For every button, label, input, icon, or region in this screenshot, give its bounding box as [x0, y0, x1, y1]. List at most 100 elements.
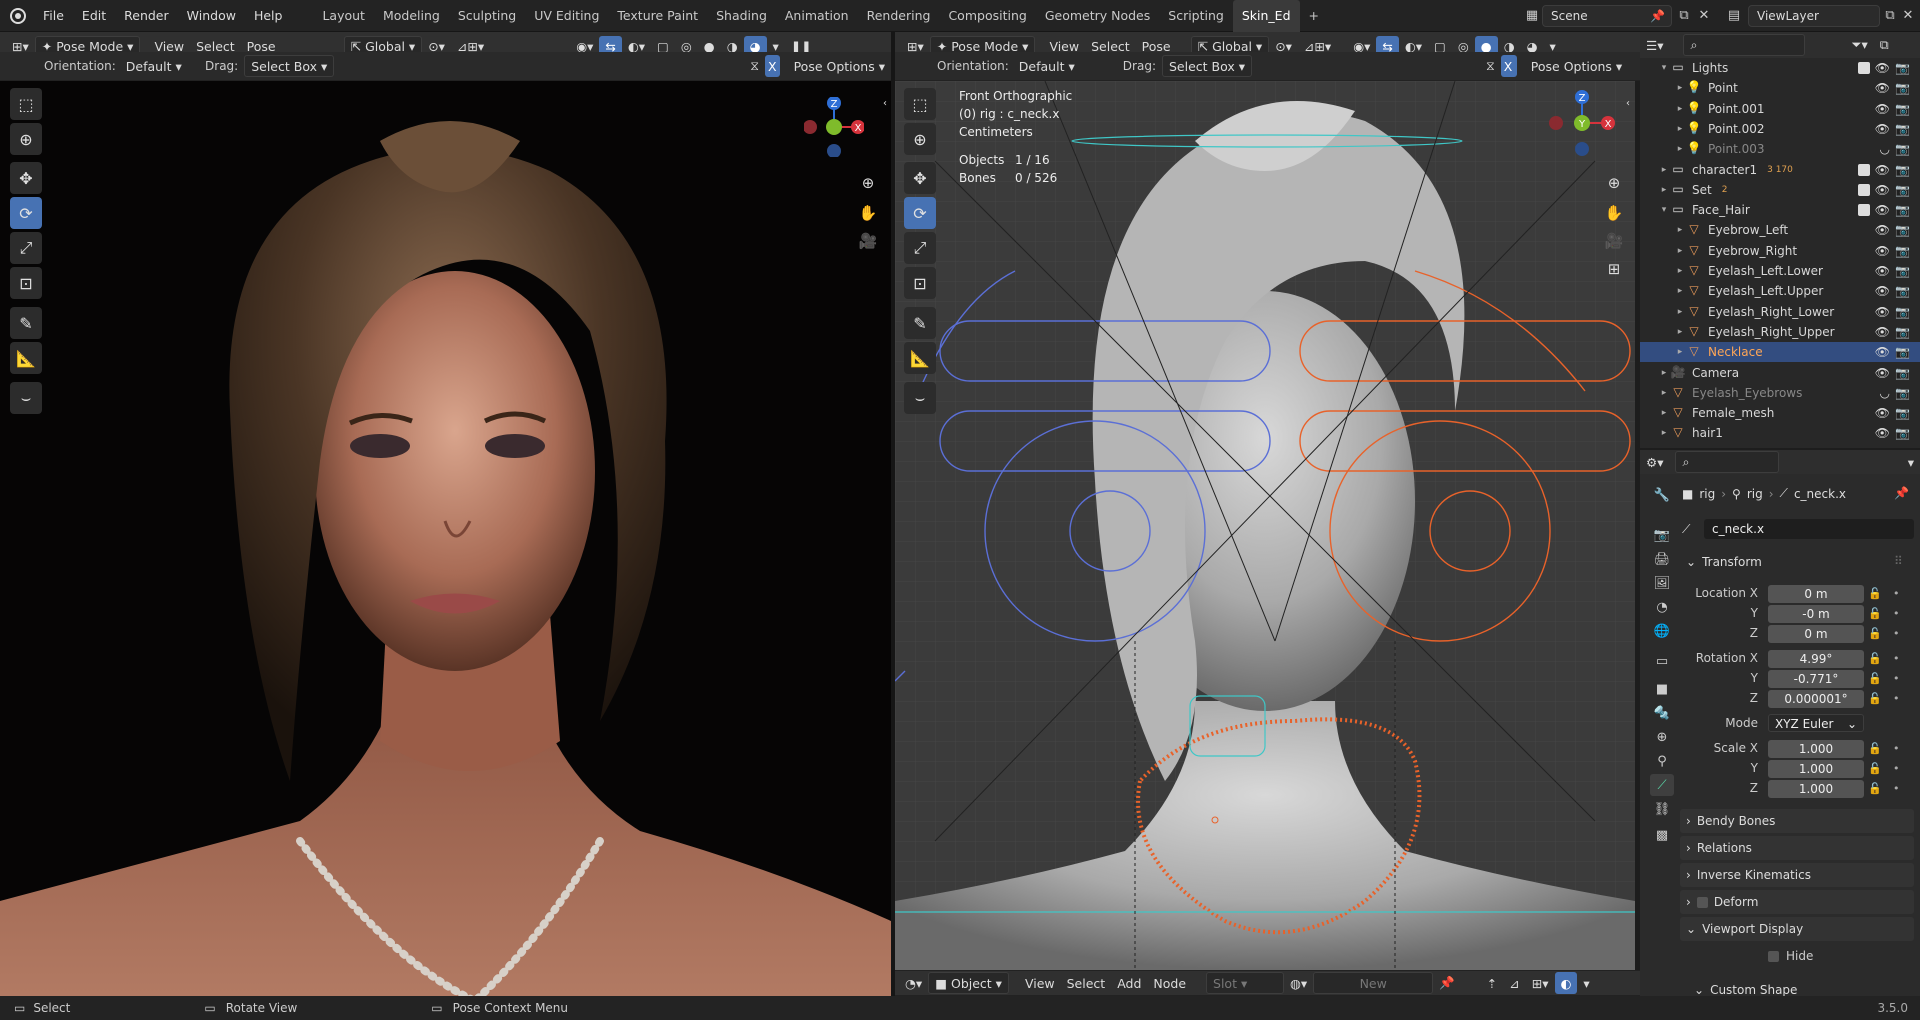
- outliner-row[interactable]: ▸ ▽ Eyelash_Left.Lower 👁 📷: [1640, 261, 1920, 281]
- scale-x-field[interactable]: 1.000: [1768, 740, 1864, 758]
- left-rotate-tool-icon[interactable]: ⟳: [10, 197, 42, 229]
- right-measure-tool-icon[interactable]: 📐: [904, 342, 936, 374]
- bendy-bones-panel-header[interactable]: › Bendy Bones: [1680, 809, 1914, 833]
- view-layer-tab-icon[interactable]: 🖼: [1650, 572, 1674, 594]
- tab-modeling[interactable]: Modeling: [374, 0, 449, 32]
- view-layer-icon[interactable]: ▤: [1726, 8, 1742, 24]
- lock-rotation-y-icon[interactable]: 🔓: [1868, 672, 1882, 685]
- visibility-eye-icon[interactable]: 👁: [1875, 223, 1890, 237]
- render-visibility-icon[interactable]: 📷: [1895, 264, 1910, 278]
- outliner-row[interactable]: ▸ ▽ Eyebrow_Right 👁 📷: [1640, 241, 1920, 261]
- right-cursor-tool-icon[interactable]: ⊕: [904, 123, 936, 155]
- outliner-filter-icon[interactable]: ⏷▾: [1845, 34, 1873, 56]
- disclosure-collapsed-icon[interactable]: ▸: [1674, 225, 1686, 235]
- rotation-z-field[interactable]: 0.000001°: [1768, 690, 1864, 708]
- node-object-dropdown[interactable]: ■ Object ▾: [928, 972, 1009, 994]
- new-view-layer-icon[interactable]: ⧉: [1882, 8, 1898, 24]
- tab-sculpting[interactable]: Sculpting: [449, 0, 525, 32]
- lock-location-x-icon[interactable]: 🔓: [1868, 587, 1882, 600]
- disclosure-collapsed-icon[interactable]: ▸: [1674, 327, 1686, 337]
- disclosure-collapsed-icon[interactable]: ▸: [1674, 83, 1686, 93]
- node-overlay-options-icon[interactable]: ▾: [1577, 972, 1595, 994]
- outliner-row[interactable]: ▸ ▽ Necklace 👁 📷: [1640, 342, 1920, 363]
- right-pan-hand-icon[interactable]: ✋: [1602, 201, 1626, 225]
- location-z-field[interactable]: 0 m: [1768, 625, 1864, 643]
- visibility-eye-icon[interactable]: 👁: [1875, 183, 1890, 197]
- right-annotate-tool-icon[interactable]: ✎: [904, 307, 936, 339]
- right-rotate-tool-icon[interactable]: ⟳: [904, 197, 936, 229]
- visibility-eye-icon[interactable]: 👁: [1875, 406, 1890, 420]
- exclude-checkbox[interactable]: [1858, 163, 1870, 176]
- blender-logo-icon[interactable]: [10, 7, 26, 24]
- right-camera-view-icon[interactable]: 🎥: [1602, 229, 1626, 253]
- keyframe-location-y-icon[interactable]: •: [1893, 607, 1900, 620]
- left-move-tool-icon[interactable]: ✥: [10, 162, 42, 194]
- right-mirror-icon[interactable]: ⧖: [1480, 55, 1501, 77]
- render-visibility-icon[interactable]: 📷: [1895, 426, 1910, 440]
- tab-skin-ed[interactable]: Skin_Ed: [1232, 0, 1300, 32]
- node-parent-icon[interactable]: ⇡: [1481, 972, 1503, 994]
- node-menu-view[interactable]: View: [1019, 972, 1061, 994]
- object-tab-icon[interactable]: ■: [1650, 678, 1674, 700]
- tool-tab-icon[interactable]: 🔧: [1650, 484, 1674, 506]
- constraint-tab-icon[interactable]: ⊕: [1650, 726, 1674, 748]
- scene-selector[interactable]: Scene 📌: [1542, 5, 1672, 27]
- right-drag-dropdown[interactable]: Select Box ▾: [1161, 55, 1253, 77]
- outliner-row[interactable]: ▸ 💡 Point.001 👁 📷: [1640, 99, 1920, 119]
- exclude-checkbox[interactable]: [1858, 204, 1870, 217]
- outliner-row[interactable]: ▸ ▭ character1 3 170 👁 📷: [1640, 160, 1920, 180]
- left-select-box-tool-icon[interactable]: ⬚: [10, 88, 42, 120]
- left-measure-tool-icon[interactable]: 📐: [10, 342, 42, 374]
- disclosure-collapsed-icon[interactable]: ▸: [1674, 307, 1686, 317]
- properties-options-icon[interactable]: ▾: [1902, 451, 1920, 473]
- disclosure-collapsed-icon[interactable]: ▸: [1674, 347, 1686, 357]
- visibility-eye-icon[interactable]: 👁: [1875, 426, 1890, 440]
- location-x-field[interactable]: 0 m: [1768, 585, 1864, 603]
- render-visibility-icon[interactable]: 📷: [1895, 284, 1910, 298]
- render-visibility-icon[interactable]: 📷: [1895, 325, 1910, 339]
- tab-rendering[interactable]: Rendering: [858, 0, 940, 32]
- lock-scale-x-icon[interactable]: 🔓: [1868, 742, 1882, 755]
- render-visibility-icon[interactable]: 📷: [1895, 386, 1910, 400]
- tab-geometry-nodes[interactable]: Geometry Nodes: [1036, 0, 1159, 32]
- pin-icon[interactable]: 📌: [1650, 9, 1665, 23]
- right-sidebar-toggle-icon[interactable]: ‹: [1623, 91, 1633, 115]
- outliner-row[interactable]: ▸ ▽ Eyelash_Right_Lower 👁 📷: [1640, 302, 1920, 322]
- right-select-box-tool-icon[interactable]: ⬚: [904, 88, 936, 120]
- properties-search-input[interactable]: ⌕: [1675, 451, 1780, 473]
- lock-rotation-z-icon[interactable]: 🔓: [1868, 692, 1882, 705]
- render-visibility-icon[interactable]: 📷: [1895, 102, 1910, 116]
- tab-compositing[interactable]: Compositing: [939, 0, 1035, 32]
- menu-help[interactable]: Help: [245, 0, 292, 32]
- visibility-eye-icon[interactable]: ◡: [1880, 386, 1890, 400]
- outliner-row[interactable]: ▸ ▽ Eyelash_Right_Upper 👁 📷: [1640, 322, 1920, 342]
- left-sidebar-toggle-icon[interactable]: ‹: [880, 91, 890, 115]
- rotation-y-field[interactable]: -0.771°: [1768, 670, 1864, 688]
- properties-pin-icon[interactable]: 📌: [1894, 486, 1909, 500]
- outliner-row[interactable]: ▸ ▽ Eyebrow_Left 👁 📷: [1640, 220, 1920, 240]
- disclosure-expanded-icon[interactable]: ▾: [1658, 205, 1670, 215]
- node-snap-icon[interactable]: ⊿: [1503, 972, 1525, 994]
- scale-y-field[interactable]: 1.000: [1768, 760, 1864, 778]
- node-snap-mode-icon[interactable]: ⊞▾: [1526, 972, 1555, 994]
- tab-layout[interactable]: Layout: [313, 0, 374, 32]
- disclosure-collapsed-icon[interactable]: ▸: [1658, 428, 1670, 438]
- outliner-row[interactable]: ▸ 💡 Point.002 👁 📷: [1640, 119, 1920, 139]
- outliner-search-input[interactable]: ⌕: [1683, 34, 1806, 56]
- keyframe-scale-y-icon[interactable]: •: [1893, 762, 1900, 775]
- right-navigation-gizmo[interactable]: Z Y X: [1547, 89, 1617, 161]
- left-zoom-icon[interactable]: ⊕: [856, 171, 880, 195]
- visibility-eye-icon[interactable]: 👁: [1875, 264, 1890, 278]
- exclude-checkbox[interactable]: [1858, 183, 1870, 196]
- render-visibility-icon[interactable]: 📷: [1895, 305, 1910, 319]
- disclosure-collapsed-icon[interactable]: ▸: [1658, 388, 1670, 398]
- render-visibility-icon[interactable]: 📷: [1895, 61, 1910, 75]
- render-visibility-icon[interactable]: 📷: [1895, 163, 1910, 177]
- visibility-eye-icon[interactable]: 👁: [1875, 325, 1890, 339]
- scene-tab-icon[interactable]: ◔: [1650, 596, 1674, 618]
- deform-panel-header[interactable]: › Deform: [1680, 890, 1914, 914]
- hide-checkbox[interactable]: [1768, 951, 1779, 962]
- menu-render[interactable]: Render: [115, 0, 178, 32]
- render-visibility-icon[interactable]: 📷: [1895, 142, 1910, 156]
- render-visibility-icon[interactable]: 📷: [1895, 203, 1910, 217]
